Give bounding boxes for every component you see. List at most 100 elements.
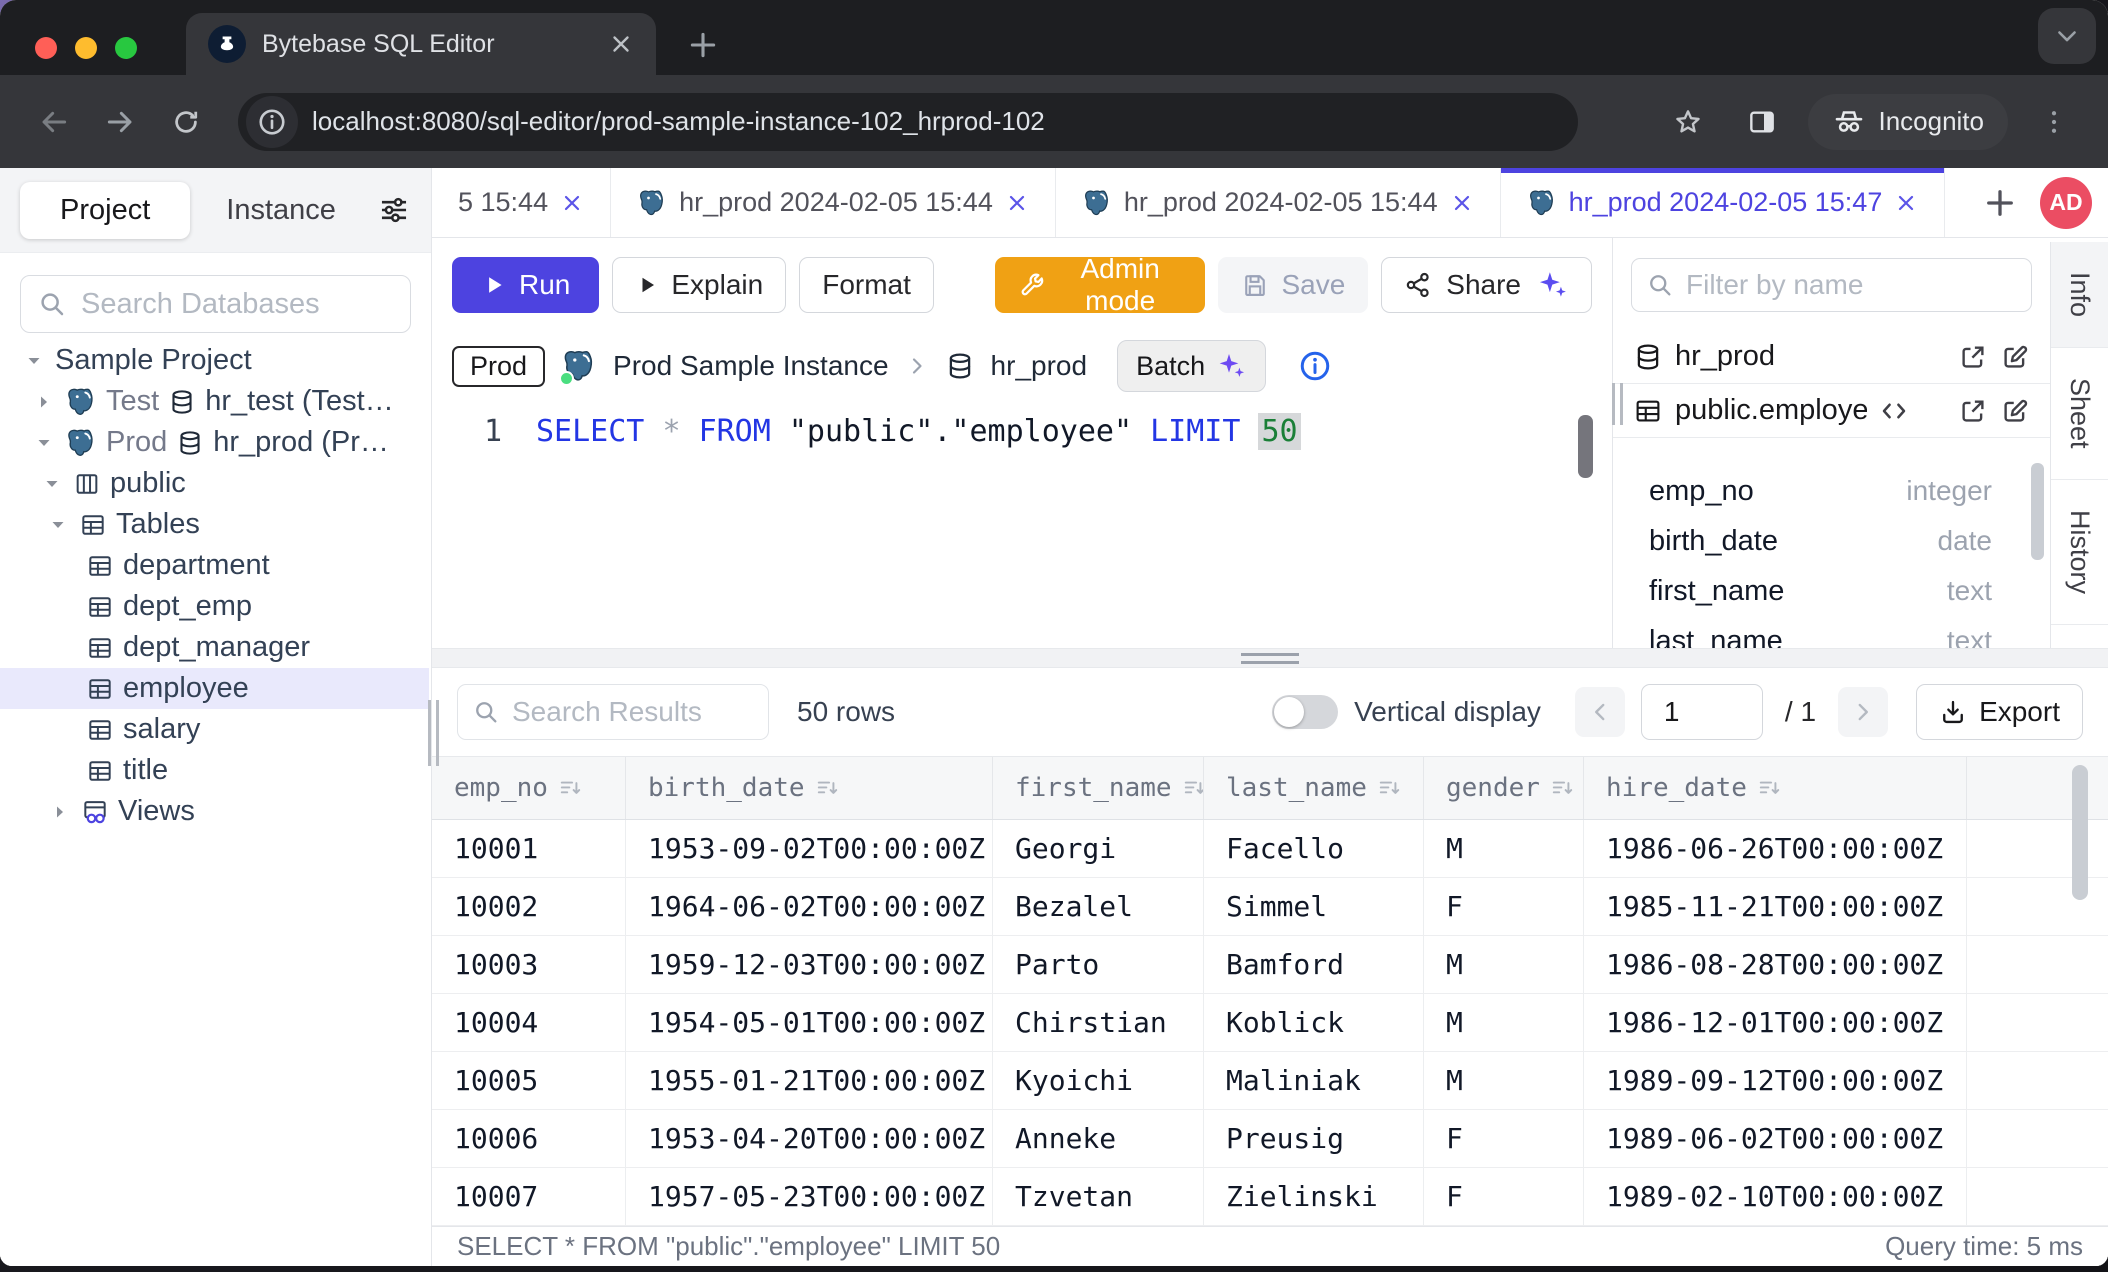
- table-cell[interactable]: Chirstian: [993, 994, 1204, 1051]
- table-cell[interactable]: 10003: [432, 936, 626, 993]
- tree-item-hr-test-test[interactable]: Testhr_test (Test…: [0, 381, 429, 422]
- splitter-drag-handle[interactable]: [1241, 648, 1299, 669]
- window-minimize-button[interactable]: [75, 37, 97, 59]
- table-cell[interactable]: 10007: [432, 1168, 626, 1225]
- info-circle-icon[interactable]: [1298, 349, 1332, 383]
- column-header-first_name[interactable]: first_name: [993, 757, 1204, 819]
- caret-right-icon[interactable]: [48, 800, 72, 824]
- instance-name[interactable]: Prod Sample Instance: [613, 350, 889, 382]
- table-cell[interactable]: Tzvetan: [993, 1168, 1204, 1225]
- table-cell[interactable]: Maliniak: [1204, 1052, 1424, 1109]
- table-row[interactable]: 100041954-05-01T00:00:00ZChirstianKoblic…: [432, 994, 2108, 1052]
- close-worksheet-icon[interactable]: [1450, 191, 1474, 215]
- table-cell[interactable]: 1986-06-26T00:00:00Z: [1584, 820, 1967, 877]
- export-button[interactable]: Export: [1916, 684, 2083, 740]
- forward-icon[interactable]: [92, 94, 148, 150]
- explain-button[interactable]: Explain: [612, 257, 786, 313]
- table-cell[interactable]: 1985-11-21T00:00:00Z: [1584, 878, 1967, 935]
- browser-menu-icon[interactable]: [2026, 94, 2082, 150]
- tree-settings-icon[interactable]: [377, 193, 411, 227]
- table-cell[interactable]: 1957-05-23T00:00:00Z: [626, 1168, 993, 1225]
- run-button[interactable]: Run: [452, 257, 599, 313]
- table-cell[interactable]: Simmel: [1204, 878, 1424, 935]
- site-info-icon[interactable]: [246, 96, 298, 148]
- tab-instance[interactable]: Instance: [190, 194, 372, 227]
- table-row[interactable]: 100071957-05-23T00:00:00ZTzvetanZielinsk…: [432, 1168, 2108, 1226]
- sidebar-resize-handle[interactable]: [428, 700, 439, 766]
- new-tab-icon[interactable]: [686, 28, 720, 62]
- tab-search-button[interactable]: [2038, 8, 2096, 64]
- table-cell[interactable]: F: [1424, 1168, 1584, 1225]
- tree-item-salary[interactable]: salary: [0, 709, 429, 750]
- external-link-icon[interactable]: [1958, 342, 1988, 372]
- batch-button[interactable]: Batch: [1117, 340, 1266, 392]
- table-cell[interactable]: 1989-02-10T00:00:00Z: [1584, 1168, 1967, 1225]
- admin-mode-button[interactable]: Admin mode: [995, 257, 1206, 313]
- save-button[interactable]: Save: [1218, 257, 1368, 313]
- close-tab-icon[interactable]: [608, 31, 634, 57]
- sql-editor[interactable]: 1 SELECT * FROM "public"."employee" LIMI…: [432, 400, 1612, 648]
- tree-item-dept-emp[interactable]: dept_emp: [0, 586, 429, 627]
- column-header-gender[interactable]: gender: [1424, 757, 1584, 819]
- tree-item-dept-manager[interactable]: dept_manager: [0, 627, 429, 668]
- table-cell[interactable]: 1953-04-20T00:00:00Z: [626, 1110, 993, 1167]
- column-header-emp_no[interactable]: emp_no: [432, 757, 626, 819]
- caret-down-icon[interactable]: [40, 472, 64, 496]
- avatar[interactable]: AD: [2040, 177, 2092, 229]
- tree-item-views[interactable]: Views: [0, 791, 429, 832]
- edit-icon[interactable]: [2000, 342, 2030, 372]
- column-header-hire_date[interactable]: hire_date: [1584, 757, 1967, 819]
- worksheet-tab[interactable]: 5 15:44: [432, 168, 611, 237]
- table-cell[interactable]: 1959-12-03T00:00:00Z: [626, 936, 993, 993]
- worksheet-tab[interactable]: hr_prod 2024-02-05 15:44: [1056, 168, 1501, 237]
- tree-item-title[interactable]: title: [0, 750, 429, 791]
- table-cell[interactable]: Anneke: [993, 1110, 1204, 1167]
- share-button[interactable]: Share: [1381, 257, 1592, 313]
- schema-filter-input[interactable]: Filter by name: [1631, 258, 2032, 312]
- ai-sparkle-icon[interactable]: [1535, 268, 1569, 302]
- back-icon[interactable]: [26, 94, 82, 150]
- table-cell[interactable]: Parto: [993, 936, 1204, 993]
- editor-scrollbar[interactable]: [1578, 415, 1593, 478]
- table-row[interactable]: 100061953-04-20T00:00:00ZAnnekePreusigF1…: [432, 1110, 2108, 1168]
- schema-database-row[interactable]: hr_prod: [1613, 330, 2050, 384]
- tree-item-sample-project[interactable]: Sample Project: [0, 340, 429, 381]
- tree-item-department[interactable]: department: [0, 545, 429, 586]
- side-tab-history[interactable]: History: [2051, 480, 2108, 625]
- worksheet-tab[interactable]: hr_prod 2024-02-05 15:47: [1501, 168, 1946, 237]
- results-search-input[interactable]: Search Results: [457, 684, 769, 740]
- window-zoom-button[interactable]: [115, 37, 137, 59]
- horizontal-splitter[interactable]: [432, 648, 2108, 668]
- worksheet-tab[interactable]: hr_prod 2024-02-05 15:44: [611, 168, 1056, 237]
- table-cell[interactable]: 10006: [432, 1110, 626, 1167]
- table-cell[interactable]: M: [1424, 994, 1584, 1051]
- table-cell[interactable]: Koblick: [1204, 994, 1424, 1051]
- window-close-button[interactable]: [35, 37, 57, 59]
- format-button[interactable]: Format: [799, 257, 934, 313]
- column-list-scrollbar[interactable]: [2031, 463, 2044, 560]
- table-cell[interactable]: 1986-12-01T00:00:00Z: [1584, 994, 1967, 1051]
- table-cell[interactable]: Preusig: [1204, 1110, 1424, 1167]
- caret-down-icon[interactable]: [22, 349, 46, 373]
- results-scrollbar[interactable]: [2072, 765, 2088, 900]
- table-cell[interactable]: 10005: [432, 1052, 626, 1109]
- side-tab-info[interactable]: Info: [2051, 242, 2108, 348]
- url-bar[interactable]: localhost:8080/sql-editor/prod-sample-in…: [238, 93, 1578, 151]
- table-cell[interactable]: 10004: [432, 994, 626, 1051]
- caret-right-icon[interactable]: [32, 390, 56, 414]
- table-cell[interactable]: 1954-05-01T00:00:00Z: [626, 994, 993, 1051]
- external-link-icon[interactable]: [1958, 396, 1988, 426]
- table-cell[interactable]: M: [1424, 820, 1584, 877]
- new-worksheet-icon[interactable]: [1982, 185, 2018, 221]
- edit-icon[interactable]: [2000, 396, 2030, 426]
- tree-item-hr-prod-pr[interactable]: Prodhr_prod (Pr…: [0, 422, 429, 463]
- table-cell[interactable]: M: [1424, 1052, 1584, 1109]
- side-tab-sheet[interactable]: Sheet: [2051, 348, 2108, 480]
- table-row[interactable]: 100031959-12-03T00:00:00ZPartoBamfordM19…: [432, 936, 2108, 994]
- tree-item-tables[interactable]: Tables: [0, 504, 429, 545]
- table-cell[interactable]: 1989-06-02T00:00:00Z: [1584, 1110, 1967, 1167]
- column-row[interactable]: last_nametext: [1613, 616, 2032, 648]
- table-row[interactable]: 100021964-06-02T00:00:00ZBezalelSimmelF1…: [432, 878, 2108, 936]
- table-cell[interactable]: 1964-06-02T00:00:00Z: [626, 878, 993, 935]
- table-cell[interactable]: 1955-01-21T00:00:00Z: [626, 1052, 993, 1109]
